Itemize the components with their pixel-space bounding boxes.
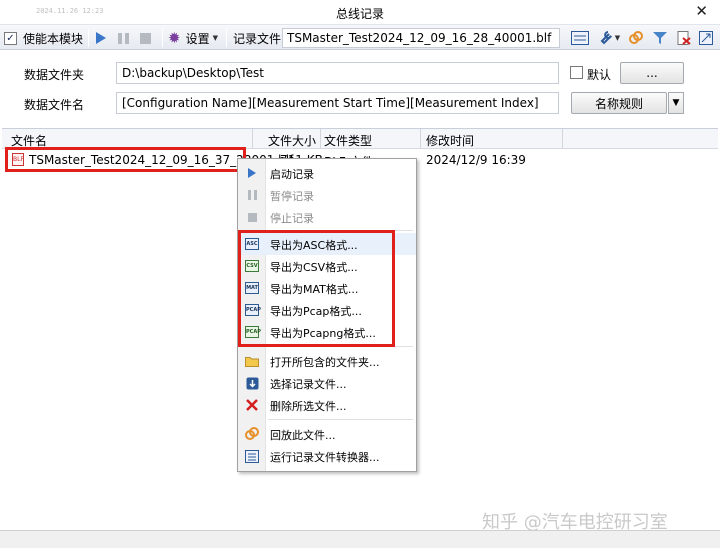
menu-item-pause-record[interactable]: 暂停记录 bbox=[238, 184, 416, 206]
default-checkbox[interactable] bbox=[570, 66, 583, 79]
stop-icon[interactable] bbox=[140, 29, 151, 47]
window-title: 总线记录 bbox=[335, 7, 384, 21]
converter-icon bbox=[245, 449, 259, 463]
play-icon bbox=[245, 166, 259, 180]
menu-item-start-record[interactable]: 启动记录 bbox=[238, 162, 416, 184]
menu-item-stop-record[interactable]: 停止记录 bbox=[238, 206, 416, 228]
default-label: 默认 bbox=[587, 68, 612, 82]
enable-checkbox[interactable]: ✓ bbox=[4, 31, 17, 45]
delete-file-icon[interactable] bbox=[676, 30, 692, 46]
menu-item-open-folder[interactable]: 打开所包含的文件夹... bbox=[238, 350, 416, 372]
menu-item-run-converter[interactable]: 运行记录文件转换器... bbox=[238, 445, 416, 467]
toolbar: ✓ 使能本模块 ✹ 设置 ▼ 记录文件: TSMaster_Test2024_1… bbox=[0, 24, 720, 50]
play-icon[interactable] bbox=[96, 29, 106, 47]
file-highlight-box bbox=[5, 147, 246, 172]
folder-icon bbox=[245, 354, 259, 368]
settings-label: 设置 bbox=[185, 31, 210, 46]
folder-label: 数据文件夹 bbox=[24, 68, 85, 82]
menu-item-select-file[interactable]: 选择记录文件... bbox=[238, 372, 416, 394]
column-header-size[interactable]: 文件大小 bbox=[268, 132, 316, 149]
browse-button[interactable]: ... bbox=[620, 62, 684, 84]
column-header-type[interactable]: 文件类型 bbox=[324, 132, 372, 149]
filter-icon[interactable] bbox=[652, 30, 668, 46]
replay-icon bbox=[245, 427, 259, 441]
select-file-icon bbox=[245, 376, 259, 390]
delete-icon bbox=[245, 398, 259, 412]
pause-icon[interactable] bbox=[118, 29, 129, 47]
pause-icon bbox=[245, 188, 259, 202]
filename-label: 数据文件名 bbox=[24, 98, 85, 112]
folder-field[interactable]: D:\backup\Desktop\Test bbox=[116, 62, 559, 84]
resize-icon[interactable] bbox=[698, 30, 714, 46]
file-modified-cell: 2024/12/9 16:39 bbox=[426, 153, 526, 167]
link-icon[interactable] bbox=[628, 30, 644, 46]
filename-field[interactable]: [Configuration Name][Measurement Start T… bbox=[116, 92, 559, 114]
stop-icon bbox=[245, 210, 259, 224]
file-list-header: 文件名 文件大小 文件类型 修改时间 bbox=[2, 129, 718, 149]
enable-label: 使能本模块 bbox=[23, 31, 84, 46]
gear-icon: ✹ bbox=[168, 29, 181, 47]
menu-item-replay-file[interactable]: 回放此文件... bbox=[238, 423, 416, 445]
record-file-field[interactable]: TSMaster_Test2024_12_09_16_28_40001.blf bbox=[282, 28, 560, 48]
export-highlight-box bbox=[238, 230, 395, 347]
chevron-down-icon: ▼ bbox=[212, 34, 218, 42]
wrench-icon[interactable]: ▼ bbox=[596, 30, 622, 46]
naming-rule-button[interactable]: 名称规则 bbox=[571, 92, 667, 114]
close-icon[interactable]: ✕ bbox=[695, 3, 708, 19]
menu-item-delete-file[interactable]: 删除所选文件... bbox=[238, 394, 416, 416]
title-bar: 2024.11.26 12:23 总线记录 ✕ bbox=[0, 0, 720, 24]
status-bar bbox=[0, 530, 720, 548]
naming-rule-dropdown-icon[interactable]: ▼ bbox=[668, 92, 684, 114]
record-file-label: 记录文件: bbox=[233, 31, 286, 46]
enable-module-toggle[interactable]: ✓ 使能本模块 bbox=[4, 29, 83, 47]
grid-icon[interactable] bbox=[570, 30, 590, 46]
column-header-modified[interactable]: 修改时间 bbox=[426, 132, 474, 149]
settings-menu[interactable]: ✹ 设置 ▼ bbox=[168, 29, 218, 47]
